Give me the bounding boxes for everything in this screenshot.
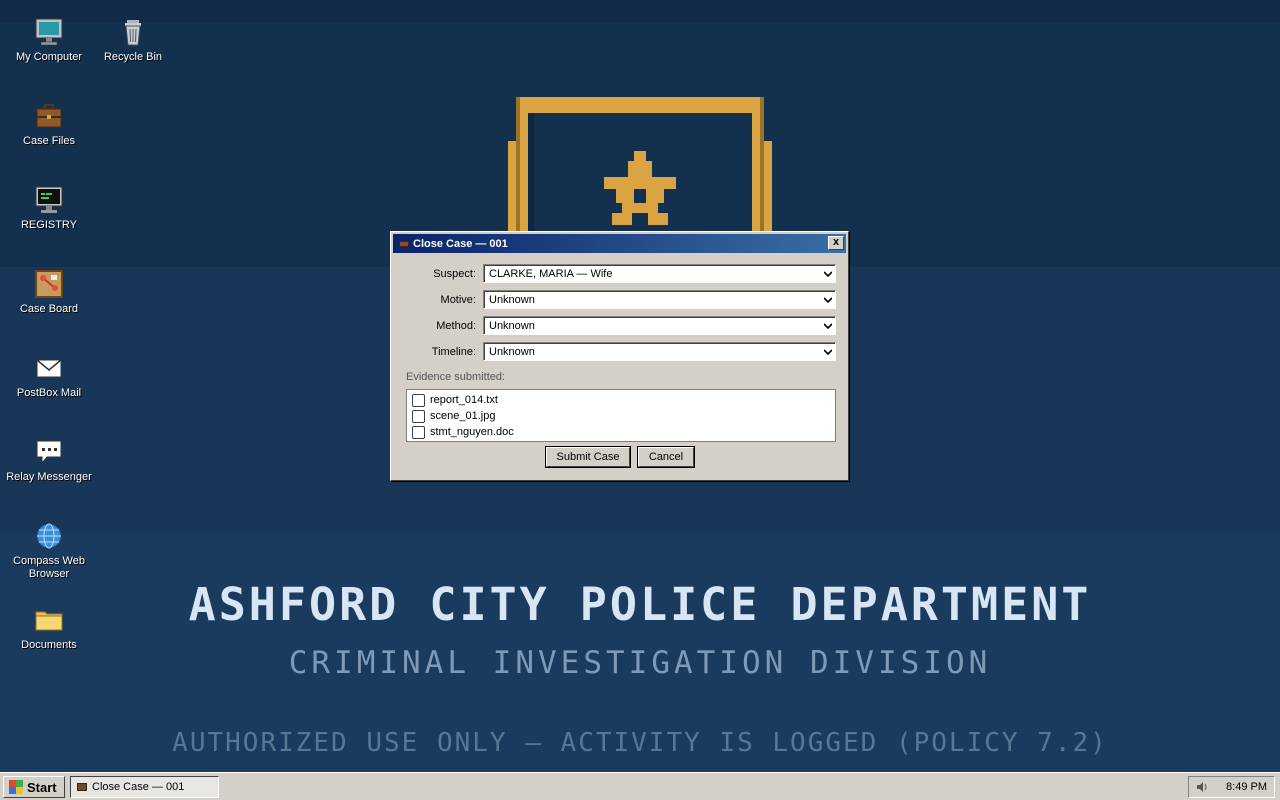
- desktop-icon-registry[interactable]: REGISTRY: [4, 184, 94, 232]
- briefcase-icon: [36, 104, 62, 128]
- chevron-down-icon: [824, 349, 832, 356]
- timeline-value: Unknown: [489, 346, 535, 358]
- method-value: Unknown: [489, 320, 535, 332]
- desktop-icon-label: REGISTRY: [20, 219, 78, 231]
- case-file-icon: [399, 240, 409, 247]
- desktop-icon-label: PostBox Mail: [16, 387, 82, 399]
- motive-label: Motive:: [440, 294, 476, 306]
- system-tray: 8:49 PM: [1188, 776, 1275, 798]
- timeline-label: Timeline:: [431, 346, 476, 358]
- submit-case-button[interactable]: Submit Case: [546, 447, 630, 467]
- evidence-checkbox[interactable]: [412, 425, 425, 439]
- clock[interactable]: 8:49 PM: [1226, 781, 1267, 793]
- trash-icon: [125, 20, 141, 46]
- desktop-icon-documents[interactable]: Documents: [4, 604, 94, 652]
- globe-icon: [36, 523, 62, 549]
- evidence-item[interactable]: report_014.txt: [407, 392, 835, 408]
- chevron-down-icon: [824, 297, 832, 304]
- taskbar-item-label: Close Case — 001: [92, 781, 185, 793]
- windows-logo-icon: [9, 780, 23, 794]
- evidence-name: report_014.txt: [430, 394, 498, 406]
- evidence-item[interactable]: stmt_nguyen.doc: [407, 424, 835, 440]
- motive-value: Unknown: [489, 294, 535, 306]
- monitor-icon: [35, 18, 63, 46]
- start-label: Start: [27, 779, 57, 795]
- desktop-icon-relay-messenger[interactable]: Relay Messenger: [4, 436, 94, 484]
- method-select[interactable]: Unknown: [483, 316, 836, 335]
- method-label: Method:: [436, 320, 476, 332]
- desktop-icon-case-files[interactable]: Case Files: [4, 100, 94, 148]
- motive-select[interactable]: Unknown: [483, 290, 836, 309]
- speaker-icon[interactable]: [1196, 781, 1208, 793]
- suspect-label: Suspect:: [433, 268, 476, 280]
- taskbar-item-close-case[interactable]: Close Case — 001: [70, 776, 219, 798]
- chat-bubble-icon: [36, 440, 62, 465]
- suspect-select[interactable]: CLARKE, MARIA — Wife: [483, 264, 836, 283]
- timeline-row: Timeline: Unknown: [391, 342, 850, 362]
- start-button[interactable]: Start: [3, 776, 65, 798]
- folder-icon: [35, 611, 63, 631]
- desktop-icon-label: My Computer: [15, 51, 83, 63]
- dialog-close-button[interactable]: x: [828, 236, 844, 250]
- chevron-down-icon: [824, 271, 832, 278]
- desktop-icon-compass-web-browser[interactable]: Compass Web Browser: [4, 520, 94, 581]
- desktop-band-top: [0, 0, 1280, 22]
- desktop-icon-postbox-mail[interactable]: PostBox Mail: [4, 352, 94, 400]
- desktop-icon-label: Case Board: [19, 303, 79, 315]
- method-row: Method: Unknown: [391, 316, 850, 336]
- evidence-list: report_014.txt scene_01.jpg stmt_nguyen.…: [406, 389, 836, 442]
- case-file-icon: [77, 783, 87, 791]
- evidence-label: Evidence submitted:: [406, 371, 506, 383]
- desktop-icon-my-computer[interactable]: My Computer: [4, 16, 94, 64]
- suspect-row: Suspect: CLARKE, MARIA — Wife: [391, 264, 850, 284]
- evidence-checkbox[interactable]: [412, 409, 425, 423]
- dialog-titlebar[interactable]: Close Case — 001 x: [393, 234, 846, 253]
- cancel-button[interactable]: Cancel: [638, 447, 694, 467]
- motive-row: Motive: Unknown: [391, 290, 850, 310]
- desktop-icon-label: Documents: [21, 639, 77, 651]
- dialog-title: Close Case — 001: [413, 237, 508, 250]
- close-icon: x: [832, 236, 840, 248]
- close-case-dialog: Close Case — 001 x Suspect: CLARKE, MARI…: [390, 231, 849, 481]
- evidence-name: stmt_nguyen.doc: [430, 426, 514, 438]
- desktop-icon-case-board[interactable]: Case Board: [4, 268, 94, 316]
- banner-subtitle: CRIMINAL INVESTIGATION DIVISION: [288, 645, 992, 681]
- envelope-icon: [36, 359, 62, 378]
- desktop-icon-recycle-bin[interactable]: Recycle Bin: [88, 16, 178, 64]
- evidence-name: scene_01.jpg: [430, 410, 496, 422]
- evidence-item[interactable]: scene_01.jpg: [407, 408, 835, 424]
- banner-warning: AUTHORIZED USE ONLY — ACTIVITY IS LOGGED…: [172, 728, 1108, 758]
- evidence-checkbox[interactable]: [412, 393, 425, 407]
- desktop-icon-label: Compass Web Browser: [13, 555, 85, 580]
- desktop-icon-label: Case Files: [23, 135, 75, 147]
- pinboard-icon: [35, 270, 63, 298]
- desktop-icon-label: Relay Messenger: [6, 471, 92, 483]
- desktop-icon-label: Recycle Bin: [103, 51, 163, 63]
- timeline-select[interactable]: Unknown: [483, 342, 836, 361]
- taskbar: Start Close Case — 001 8:49 PM: [0, 772, 1280, 800]
- chevron-down-icon: [824, 323, 832, 330]
- banner-title: ASHFORD CITY POLICE DEPARTMENT: [188, 578, 1092, 631]
- suspect-value: CLARKE, MARIA — Wife: [489, 268, 613, 280]
- terminal-icon: [35, 186, 63, 213]
